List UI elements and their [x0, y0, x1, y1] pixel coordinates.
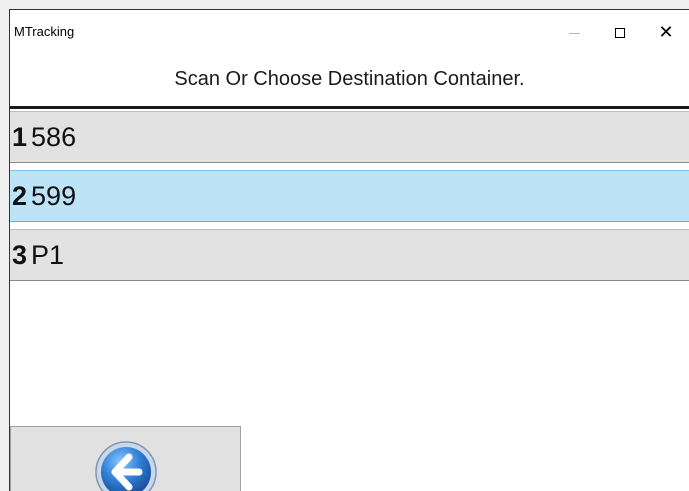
maximize-button[interactable] — [597, 10, 643, 54]
close-button[interactable]: ✕ — [643, 10, 689, 54]
maximize-icon — [615, 28, 625, 38]
row-number: 2 — [12, 180, 28, 211]
window-title: MTracking — [14, 24, 75, 39]
back-arrow-icon — [95, 441, 157, 491]
back-button[interactable] — [10, 426, 241, 491]
container-name: P1 — [31, 239, 65, 270]
window-controls: ✕ — [551, 10, 689, 54]
close-icon: ✕ — [658, 21, 674, 42]
minimize-icon — [568, 32, 580, 34]
container-row-1[interactable]: 1 586 — [10, 111, 689, 163]
prompt-header: Scan Or Choose Destination Container. — [10, 54, 689, 109]
container-row-3[interactable]: 3 P1 — [10, 229, 689, 281]
title-bar[interactable]: MTracking ✕ — [10, 10, 689, 54]
container-row-2[interactable]: 2 599 — [10, 170, 689, 222]
row-number: 1 — [12, 121, 28, 152]
prompt-text: Scan Or Choose Destination Container. — [174, 68, 525, 90]
container-name: 599 — [31, 180, 77, 211]
minimize-button[interactable] — [551, 10, 597, 54]
row-number: 3 — [12, 239, 28, 270]
container-name: 586 — [31, 121, 77, 152]
app-window: MTracking ✕ Scan Or Choose Destination C… — [9, 9, 689, 491]
